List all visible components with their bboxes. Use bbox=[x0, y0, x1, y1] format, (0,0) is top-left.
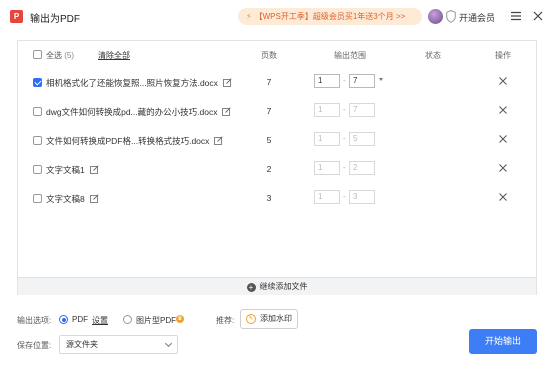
open-vip-link[interactable]: 开通会员 bbox=[459, 11, 495, 24]
save-location-value: 源文件夹 bbox=[66, 340, 98, 349]
vip-shield-icon bbox=[446, 10, 456, 23]
start-output-button[interactable]: 开始输出 bbox=[469, 329, 537, 354]
pdf-settings-link[interactable]: 设置 bbox=[92, 315, 108, 326]
lightning-icon: ⚡ bbox=[246, 12, 252, 21]
range-from-input[interactable]: 1 bbox=[314, 74, 340, 88]
table-row: 文字文稿8 3 1 - 3 bbox=[18, 184, 536, 213]
recommend-label: 推荐: bbox=[216, 316, 235, 325]
edit-icon[interactable] bbox=[222, 107, 232, 116]
edit-icon[interactable] bbox=[89, 194, 99, 203]
add-files-button[interactable]: + 继续添加文件 bbox=[18, 277, 536, 295]
add-circle-icon: + bbox=[246, 283, 256, 292]
watermark-icon: ✎ bbox=[246, 314, 256, 324]
page-count: 7 bbox=[266, 77, 272, 87]
promo-text: 【WPS开工季】超级会员买1年送3个月 >> bbox=[254, 12, 406, 21]
range-separator: - bbox=[343, 76, 346, 85]
range-separator: - bbox=[343, 134, 346, 143]
table-header: 全选 (5) 清除全部 页数 输出范围 状态 操作 bbox=[18, 41, 536, 69]
row-checkbox[interactable] bbox=[33, 165, 42, 174]
pdf-radio-label[interactable]: PDF bbox=[72, 315, 88, 324]
table-row: 文字文稿1 2 1 - 2 bbox=[18, 155, 536, 184]
range-separator: - bbox=[343, 105, 346, 114]
file-name: 文字文稿1 bbox=[46, 164, 99, 176]
add-files-label: 继续添加文件 bbox=[259, 282, 308, 291]
action-header: 操作 bbox=[495, 51, 511, 60]
file-name: 相机格式化了还能恢复照...照片恢复方法.docx bbox=[46, 77, 232, 89]
window-title: 输出为PDF bbox=[30, 14, 80, 25]
table-row: 相机格式化了还能恢复照...照片恢复方法.docx 7 1 - 7 bbox=[18, 68, 536, 97]
range-from-input[interactable]: 1 bbox=[314, 132, 340, 146]
range-to-input[interactable]: 7 bbox=[349, 74, 375, 88]
range-to-input[interactable]: 3 bbox=[349, 190, 375, 204]
range-separator: - bbox=[343, 163, 346, 172]
select-all-label[interactable]: 全选 (5) bbox=[46, 50, 74, 61]
clear-all-link[interactable]: 清除全部 bbox=[98, 50, 130, 61]
range-from-input[interactable]: 1 bbox=[314, 161, 340, 175]
table-row: dwg文件如何转换成pd...藏的办公小技巧.docx 7 1 - 7 bbox=[18, 97, 536, 126]
range-separator: - bbox=[343, 192, 346, 201]
file-name: 文件如何转换成PDF格...转换格式技巧.docx bbox=[46, 135, 224, 147]
remove-file-icon[interactable] bbox=[498, 163, 508, 173]
page-count: 2 bbox=[266, 164, 272, 174]
avatar[interactable] bbox=[428, 9, 443, 24]
edit-icon[interactable] bbox=[89, 165, 99, 174]
output-options-label: 输出选项: bbox=[17, 316, 52, 325]
menu-icon[interactable] bbox=[510, 10, 522, 22]
range-header: 输出范围 bbox=[334, 51, 366, 60]
select-all-checkbox[interactable] bbox=[33, 50, 42, 59]
vip-crown-icon: ♛ bbox=[176, 315, 184, 323]
image-pdf-label[interactable]: 图片型PDF bbox=[136, 315, 176, 326]
page-count: 5 bbox=[266, 135, 272, 145]
remove-file-icon[interactable] bbox=[498, 134, 508, 144]
range-from-input[interactable]: 1 bbox=[314, 103, 340, 117]
remove-file-icon[interactable] bbox=[498, 192, 508, 202]
range-to-input[interactable]: 7 bbox=[349, 103, 375, 117]
status-header: 状态 bbox=[425, 51, 441, 60]
page-count: 3 bbox=[266, 193, 272, 203]
save-location-select[interactable]: 源文件夹 bbox=[59, 335, 178, 354]
pdf-radio[interactable] bbox=[59, 315, 68, 324]
edit-icon[interactable] bbox=[223, 78, 232, 87]
edit-icon[interactable] bbox=[214, 136, 224, 145]
add-watermark-button[interactable]: ✎ 添加水印 bbox=[240, 309, 298, 329]
add-watermark-label: 添加水印 bbox=[260, 314, 292, 323]
save-location-label: 保存位置: bbox=[17, 341, 52, 350]
file-name: dwg文件如何转换成pd...藏的办公小技巧.docx bbox=[46, 106, 232, 118]
range-from-input[interactable]: 1 bbox=[314, 190, 340, 204]
remove-file-icon[interactable] bbox=[498, 76, 508, 86]
page-count: 7 bbox=[266, 106, 272, 116]
row-checkbox[interactable] bbox=[33, 194, 42, 203]
remove-file-icon[interactable] bbox=[498, 105, 508, 115]
range-to-input[interactable]: 5 bbox=[349, 132, 375, 146]
image-pdf-radio[interactable] bbox=[123, 315, 132, 324]
chevron-down-icon bbox=[164, 339, 173, 348]
promo-banner[interactable]: ⚡ 【WPS开工季】超级会员买1年送3个月 >> bbox=[238, 8, 422, 25]
pages-header: 页数 bbox=[261, 51, 277, 60]
pdf-logo-icon: P bbox=[10, 10, 23, 23]
title-bar: P 输出为PDF ⚡ 【WPS开工季】超级会员买1年送3个月 >> 开通会员 bbox=[0, 0, 554, 33]
range-to-input[interactable]: 2 bbox=[349, 161, 375, 175]
range-dropdown-caret-icon[interactable] bbox=[379, 78, 383, 81]
row-checkbox[interactable] bbox=[33, 107, 42, 116]
row-checkbox[interactable] bbox=[33, 78, 42, 87]
file-name: 文字文稿8 bbox=[46, 193, 99, 205]
close-icon[interactable] bbox=[531, 9, 545, 23]
file-list-panel: 全选 (5) 清除全部 页数 输出范围 状态 操作 相机格式化了还能恢复照...… bbox=[17, 40, 537, 295]
row-checkbox[interactable] bbox=[33, 136, 42, 145]
table-row: 文件如何转换成PDF格...转换格式技巧.docx 5 1 - 5 bbox=[18, 126, 536, 155]
